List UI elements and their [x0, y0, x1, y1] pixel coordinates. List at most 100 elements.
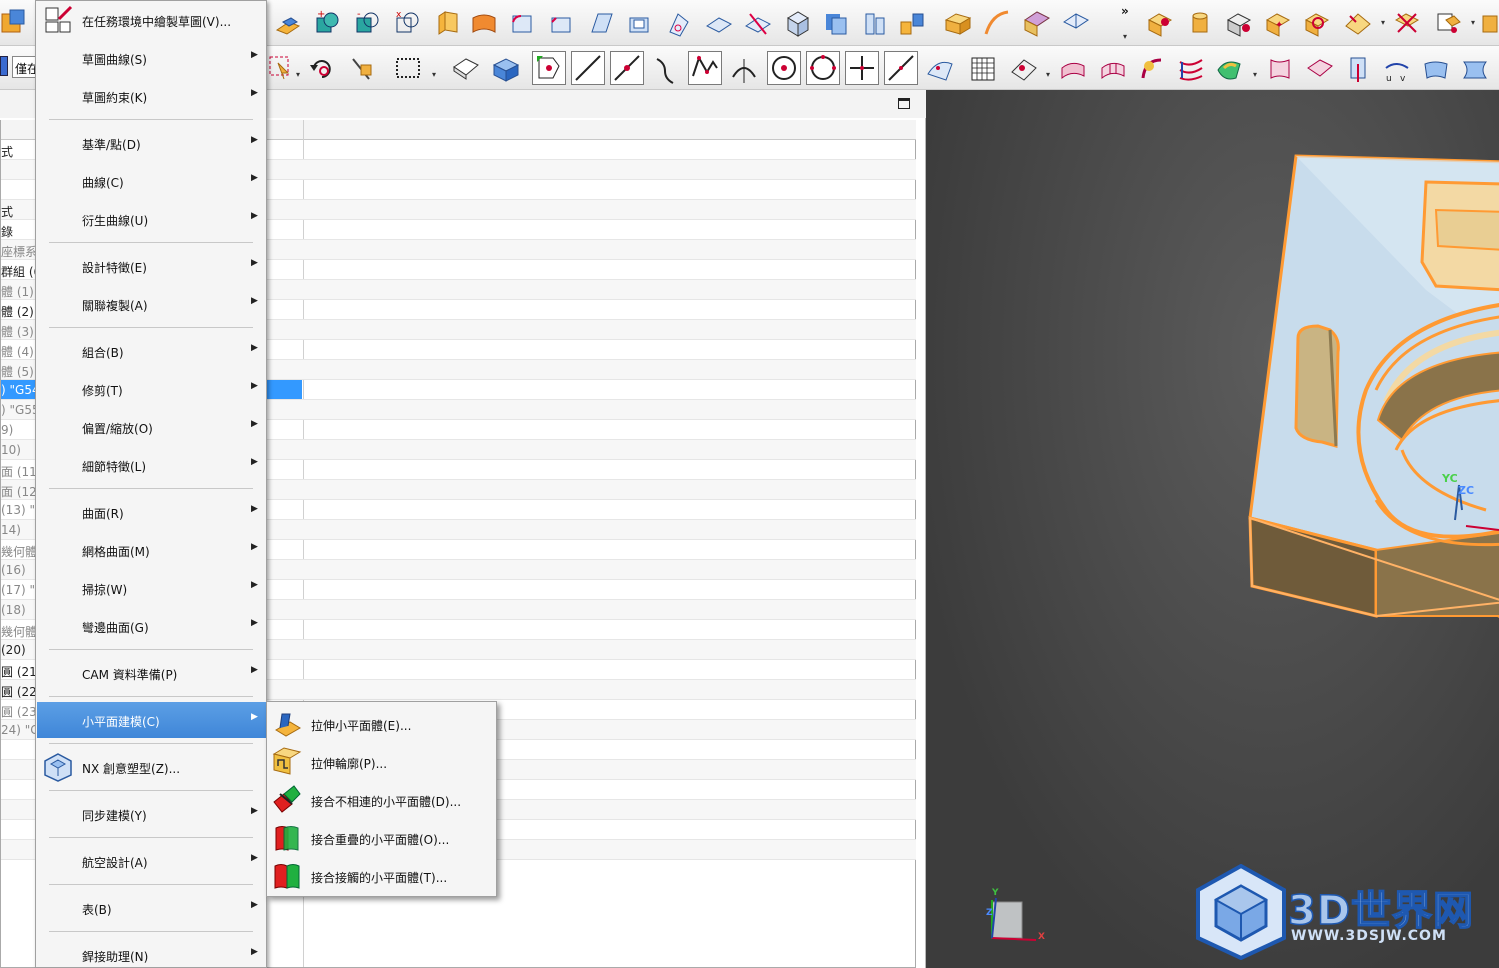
curved-sheet-icon[interactable]: [1460, 54, 1490, 84]
chevron-down-icon[interactable]: ▾: [296, 70, 300, 79]
explode-icon[interactable]: [1342, 8, 1372, 38]
grid-icon[interactable]: [968, 54, 998, 84]
intersect-icon[interactable]: x: [393, 8, 423, 38]
shell-icon[interactable]: [624, 8, 654, 38]
rectangle-select-icon[interactable]: [393, 53, 423, 83]
chamfer-icon[interactable]: [546, 8, 576, 38]
chevron-down-icon[interactable]: ▾: [1123, 32, 1127, 41]
menu-item-20[interactable]: 航空設計(A) ▶: [37, 843, 266, 879]
component-icon[interactable]: [1224, 8, 1254, 38]
bridge-surface-icon[interactable]: [1304, 54, 1334, 84]
menu-item-12[interactable]: 曲面(R) ▶: [37, 494, 266, 530]
menu-item-10[interactable]: 偏置/縮放(O) ▶: [37, 409, 266, 445]
spline-icon[interactable]: [688, 51, 722, 85]
menu-item-16[interactable]: CAM 資料準備(P) ▶: [37, 655, 266, 691]
menu-item-9[interactable]: 修剪(T) ▶: [37, 371, 266, 407]
mirror-icon[interactable]: [897, 8, 927, 38]
menu-item-2[interactable]: 草圖約束(K) ▶: [37, 78, 266, 114]
maximize-icon[interactable]: [898, 98, 910, 109]
chevron-down-icon[interactable]: ▾: [1471, 18, 1475, 27]
block-icon[interactable]: [942, 8, 972, 38]
menu-item-8[interactable]: 組合(B) ▶: [37, 333, 266, 369]
constraint-icon[interactable]: ✦: [1263, 8, 1293, 38]
move-component-icon[interactable]: [1302, 8, 1332, 38]
thicken-icon[interactable]: [703, 8, 733, 38]
mesh-surface-icon[interactable]: [1098, 54, 1128, 84]
selection-filter-icon[interactable]: [0, 56, 8, 76]
model-view[interactable]: [926, 90, 1499, 968]
assembly-icon[interactable]: [1145, 8, 1175, 38]
ruled-surface-icon[interactable]: [469, 8, 499, 38]
remove-component-icon[interactable]: [1392, 8, 1422, 38]
split-body-icon[interactable]: [782, 8, 812, 38]
through-curves-icon[interactable]: [1058, 54, 1088, 84]
sketch-curve-icon[interactable]: [982, 8, 1012, 38]
extrude-surface-icon[interactable]: [433, 8, 463, 38]
chevron-down-icon[interactable]: ▾: [1253, 70, 1257, 79]
surface-icon[interactable]: [1021, 8, 1051, 38]
menu-item-18[interactable]: NX 創意塑型(Z)...: [37, 749, 266, 785]
toolbar-overflow-button[interactable]: »: [1121, 4, 1129, 18]
offset-surface-icon[interactable]: [1343, 54, 1373, 84]
colored-surface-icon[interactable]: [1214, 54, 1244, 84]
menu-item-0[interactable]: 在任務環境中繪製草圖(V)...: [37, 2, 266, 38]
n-sided-surface-icon[interactable]: [1265, 54, 1295, 84]
line-midpoint-icon[interactable]: [884, 51, 918, 85]
solid-body-icon[interactable]: [490, 53, 520, 83]
chevron-down-icon[interactable]: ▾: [1381, 18, 1385, 27]
feature-face-icon[interactable]: [450, 53, 480, 83]
trim-body-icon[interactable]: [742, 8, 772, 38]
cylinder-array-icon[interactable]: [858, 8, 888, 38]
menu-item-15[interactable]: 彎邊曲面(G) ▶: [37, 608, 266, 644]
submenu-item-3[interactable]: 接合重疊的小平面體(O)...: [268, 818, 496, 856]
blend-icon[interactable]: [507, 8, 537, 38]
surface-analysis-icon[interactable]: [1008, 54, 1038, 84]
menu-item-19[interactable]: 同步建模(Y) ▶: [37, 796, 266, 832]
studio-surface-icon[interactable]: [1176, 54, 1206, 84]
more-tools-icon[interactable]: [1481, 8, 1499, 38]
submenu-item-2[interactable]: 接合不相連的小平面體(D)...: [268, 780, 496, 818]
app-start-icon[interactable]: [0, 8, 30, 38]
snap-point-icon[interactable]: [266, 53, 296, 83]
arc-curve-icon[interactable]: [651, 55, 681, 85]
menu-item-17[interactable]: 小平面建模(C) ▶: [37, 702, 266, 738]
pattern-icon[interactable]: [820, 8, 850, 38]
tangent-icon[interactable]: [729, 55, 759, 85]
snap-inferred-point-icon[interactable]: [532, 51, 566, 85]
menu-item-14[interactable]: 掃掠(W) ▶: [37, 570, 266, 606]
unite-icon[interactable]: +: [313, 8, 343, 38]
point-icon[interactable]: [845, 51, 879, 85]
chevron-down-icon[interactable]: ▾: [432, 70, 436, 79]
wcs-orient-icon[interactable]: [347, 53, 377, 83]
extrude-icon[interactable]: [273, 8, 303, 38]
menu-item-21[interactable]: 表(B) ▶: [37, 890, 266, 926]
line-icon[interactable]: [571, 51, 605, 85]
submenu-item-4[interactable]: 接合接觸的小平面體(T)...: [268, 856, 496, 894]
uv-flow-icon[interactable]: uv: [1382, 54, 1412, 84]
chevron-down-icon[interactable]: ▾: [1046, 70, 1050, 79]
menu-item-7[interactable]: 關聯複製(A) ▶: [37, 286, 266, 322]
menu-item-1[interactable]: 草圖曲線(S) ▶: [37, 40, 266, 76]
assembly-sequence-icon[interactable]: [1432, 8, 1462, 38]
menu-item-4[interactable]: 曲線(C) ▶: [37, 163, 266, 199]
draft-icon[interactable]: [586, 8, 616, 38]
submenu-item-0[interactable]: 拉伸小平面體(E)...: [268, 704, 496, 742]
menu-item-3[interactable]: 基準/點(D) ▶: [37, 125, 266, 161]
line-point-icon[interactable]: [610, 51, 644, 85]
menu-item-5[interactable]: 衍生曲線(U) ▶: [37, 201, 266, 237]
circle-center-icon[interactable]: [767, 51, 801, 85]
swept-icon[interactable]: [1137, 54, 1167, 84]
menu-item-6[interactable]: 設計特徵(E) ▶: [37, 248, 266, 284]
undo-transform-icon[interactable]: [308, 53, 338, 83]
sheet-icon[interactable]: [1421, 54, 1451, 84]
graphics-viewport[interactable]: YC ZC X Y Z: [926, 90, 1499, 968]
wireframe-box-icon[interactable]: [1060, 8, 1090, 38]
offset-face-icon[interactable]: [664, 8, 694, 38]
face-point-icon[interactable]: [924, 54, 954, 84]
cylinder-icon[interactable]: [1185, 8, 1215, 38]
submenu-item-1[interactable]: 拉伸輪廓(P)...: [268, 742, 496, 780]
menu-item-11[interactable]: 細節特徵(L) ▶: [37, 447, 266, 483]
menu-item-13[interactable]: 網格曲面(M) ▶: [37, 532, 266, 568]
menu-item-22[interactable]: 銲接助理(N) ▶: [37, 937, 266, 968]
circle-points-icon[interactable]: [806, 51, 840, 85]
